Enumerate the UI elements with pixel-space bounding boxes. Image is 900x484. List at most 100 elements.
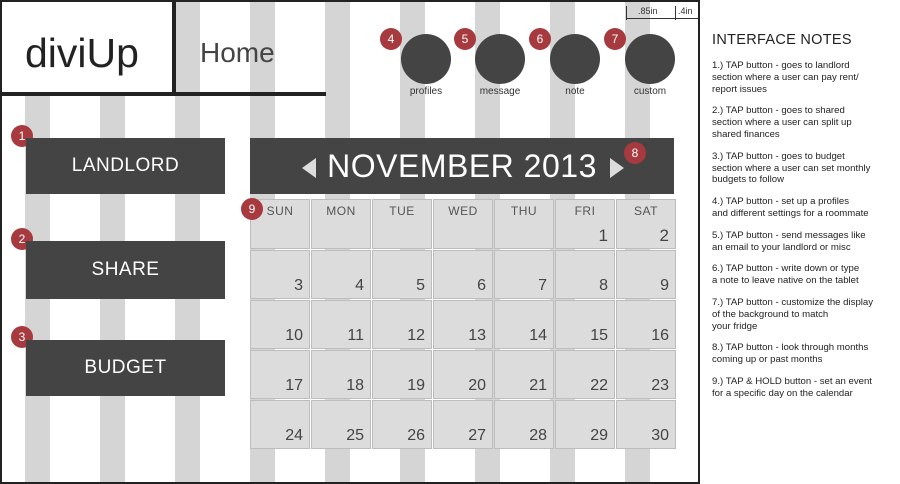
interface-note-2: 2.) TAP button - goes to shared section … [712, 105, 852, 140]
calendar-day-cell[interactable]: 24 [250, 400, 310, 449]
interface-note-7: 7.) TAP button - customize the display o… [712, 296, 874, 332]
day-number: 30 [651, 427, 669, 444]
interface-note-3: 3.) TAP button - goes to budget section … [712, 150, 871, 186]
day-number: 19 [407, 377, 425, 394]
badge-5: 5 [454, 28, 476, 50]
calendar-day-cell[interactable]: 10 [250, 300, 310, 349]
day-number: 23 [651, 377, 669, 394]
day-number: 29 [590, 427, 608, 444]
calendar-day-cell[interactable]: 13 [433, 300, 493, 349]
day-number: 11 [347, 327, 364, 344]
month-banner: NOVEMBER 2013 [250, 138, 674, 194]
calendar-day-cell[interactable]: 23 [616, 350, 676, 399]
interface-note-8: 8.) TAP button - look through months com… [712, 342, 869, 366]
profiles-label: profiles [409, 86, 443, 97]
calendar-day-cell[interactable]: 9 [616, 250, 676, 299]
day-number: 21 [529, 377, 547, 394]
day-number: 5 [416, 277, 425, 294]
notes-list: 1.) TAP button - goes to landlord sectio… [712, 60, 898, 400]
calendar-day-cell[interactable]: 3 [250, 250, 310, 299]
column-width-dimension: .85in [638, 6, 658, 16]
dimension-tick [675, 6, 676, 20]
day-number: 13 [468, 327, 486, 344]
day-number: 16 [651, 327, 669, 344]
landlord-button[interactable]: LANDLORD [26, 138, 225, 194]
calendar-day-cell[interactable]: 4 [311, 250, 371, 299]
day-number: 7 [538, 277, 547, 294]
wireframe-canvas: diviUp Home .85in .4in 4 profiles 5 mess… [0, 0, 700, 484]
day-number: 25 [346, 427, 364, 444]
day-number: 3 [294, 277, 303, 294]
calendar-day-cell[interactable]: 14 [494, 300, 554, 349]
day-number: 20 [468, 377, 486, 394]
calendar-day-cell[interactable]: 28 [494, 400, 554, 449]
note-label: note [565, 86, 585, 97]
weekday-label: MON [326, 204, 356, 218]
calendar-day-cell[interactable]: 22 [555, 350, 615, 399]
calendar-day-cell[interactable]: 11 [311, 300, 371, 349]
calendar-day-cell[interactable]: 27 [433, 400, 493, 449]
calendar-day-cell[interactable]: 5 [372, 250, 432, 299]
calendar-day-cell[interactable]: 7 [494, 250, 554, 299]
custom-button[interactable] [625, 34, 675, 84]
weekday-cell-fri[interactable]: FRI 1 [555, 199, 615, 249]
weekday-cell-wed[interactable]: WED [433, 199, 493, 249]
note-button[interactable] [550, 34, 600, 84]
calendar-day-cell[interactable]: 29 [555, 400, 615, 449]
calendar-day-cell[interactable]: 21 [494, 350, 554, 399]
dimension-tick [626, 6, 627, 20]
badge-4: 4 [380, 28, 402, 50]
next-month-arrow-icon[interactable] [610, 158, 624, 178]
day-number: 18 [346, 377, 364, 394]
interface-note-4: 4.) TAP button - set up a profiles and d… [712, 196, 869, 219]
day-number: 6 [477, 277, 486, 294]
weekday-cell-sat[interactable]: SAT 2 [616, 199, 676, 249]
calendar-day-cell[interactable]: 19 [372, 350, 432, 399]
dimension-line [626, 18, 700, 19]
weekday-label: SAT [634, 204, 658, 218]
interface-notes-panel: INTERFACE NOTES 1.) TAP button - goes to… [712, 32, 898, 410]
weekday-label: TUE [389, 204, 415, 218]
day-number: 4 [355, 277, 364, 294]
weekday-cell-thu[interactable]: THU [494, 199, 554, 249]
calendar-day-cell[interactable]: 8 [555, 250, 615, 299]
day-number: 1 [598, 226, 608, 245]
day-number: 14 [529, 327, 547, 344]
calendar-day-cell[interactable]: 6 [433, 250, 493, 299]
calendar-day-cell[interactable]: 15 [555, 300, 615, 349]
calendar-day-cell[interactable]: 18 [311, 350, 371, 399]
weekday-cell-tue[interactable]: TUE [372, 199, 432, 249]
badge-7: 7 [604, 28, 626, 50]
weekday-label: THU [510, 204, 538, 218]
calendar-day-cell[interactable]: 16 [616, 300, 676, 349]
badge-6: 6 [529, 28, 551, 50]
calendar-grid: SUN MON TUE WED THU FRI 1 SAT 2 3 4 5 6 7 8 9 10 11 12 13 14… [250, 199, 676, 449]
logo-box: diviUp [2, 2, 176, 95]
calendar-day-cell[interactable]: 26 [372, 400, 432, 449]
day-number: 24 [285, 427, 303, 444]
day-number: 26 [407, 427, 425, 444]
day-number: 15 [590, 327, 608, 344]
page-title: Home [200, 37, 275, 68]
calendar-day-cell[interactable]: 30 [616, 400, 676, 449]
weekday-label: FRI [574, 204, 596, 218]
notes-title: INTERFACE NOTES [712, 32, 852, 48]
day-number: 8 [599, 277, 608, 294]
day-number: 28 [529, 427, 547, 444]
interface-note-1: 1.) TAP button - goes to landlord sectio… [712, 60, 859, 95]
app-logo: diviUp [25, 30, 139, 76]
calendar-day-cell[interactable]: 17 [250, 350, 310, 399]
share-button[interactable]: SHARE [26, 241, 225, 299]
weekday-cell-mon[interactable]: MON [311, 199, 371, 249]
day-number: 2 [659, 226, 669, 245]
weekday-label: SUN [266, 204, 294, 218]
profiles-button[interactable] [401, 34, 451, 84]
day-number: 12 [407, 327, 425, 344]
calendar-day-cell[interactable]: 25 [311, 400, 371, 449]
day-number: 9 [660, 277, 669, 294]
day-number: 17 [285, 377, 303, 394]
message-button[interactable] [475, 34, 525, 84]
calendar-day-cell[interactable]: 12 [372, 300, 432, 349]
budget-button[interactable]: BUDGET [26, 340, 225, 396]
calendar-day-cell[interactable]: 20 [433, 350, 493, 399]
